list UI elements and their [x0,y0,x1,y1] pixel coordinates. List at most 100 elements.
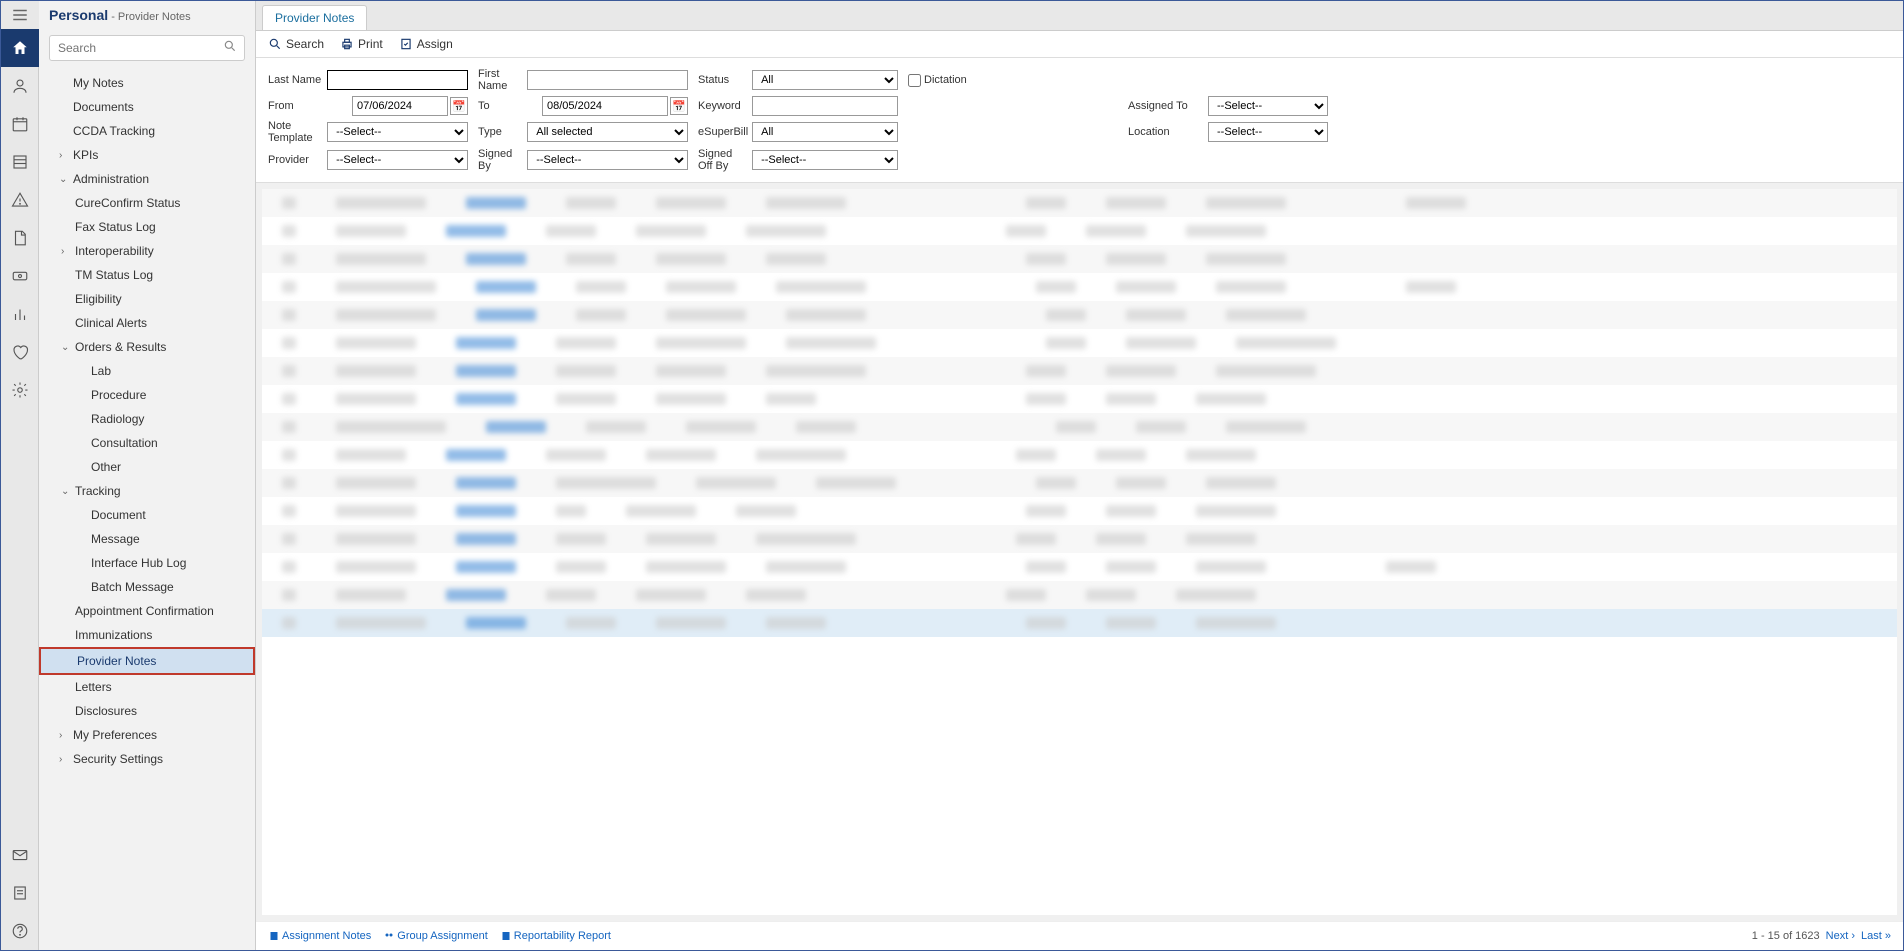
nav-security[interactable]: ›Security Settings [39,747,255,771]
nav-kpis[interactable]: ›KPIs [39,143,255,167]
table-row[interactable] [262,245,1897,273]
filter-panel: Last Name First Name StatusAll Dictation… [256,58,1903,183]
search-button[interactable]: Search [268,37,324,51]
nav-other[interactable]: Other [39,455,255,479]
table-row[interactable] [262,553,1897,581]
calendar-from-icon[interactable]: 📅 [450,97,468,115]
select-esuper[interactable]: All [752,122,898,142]
hamburger-icon[interactable] [1,1,39,29]
search-input[interactable] [49,35,245,61]
table-row[interactable] [262,273,1897,301]
nav-letters[interactable]: Letters [39,675,255,699]
table-row[interactable] [262,301,1897,329]
chart-icon[interactable] [1,295,39,333]
table-row[interactable] [262,469,1897,497]
table-row[interactable] [262,441,1897,469]
print-button[interactable]: Print [340,37,383,51]
nav-tm[interactable]: TM Status Log [39,263,255,287]
input-from[interactable] [352,96,448,116]
document-icon[interactable] [1,219,39,257]
select-provider[interactable]: --Select-- [327,150,468,170]
nav-cureconfirm[interactable]: CureConfirm Status [39,191,255,215]
nav-immun[interactable]: Immunizations [39,623,255,647]
table-row[interactable] [262,413,1897,441]
sidebar: Personal - Provider Notes My Notes Docum… [39,1,256,950]
nav-tracking[interactable]: ⌄Tracking [39,479,255,503]
nav-procedure[interactable]: Procedure [39,383,255,407]
help-icon[interactable] [1,912,39,950]
table-row[interactable] [262,385,1897,413]
nav-ccda[interactable]: CCDA Tracking [39,119,255,143]
nav-orders[interactable]: ⌄Orders & Results [39,335,255,359]
pager-range: 1 - 15 of 1623 [1752,930,1820,942]
link-group-assignment[interactable]: Group Assignment [383,930,488,942]
nav-elig[interactable]: Eligibility [39,287,255,311]
label-location: Location [1128,126,1198,138]
gear-icon[interactable] [1,371,39,409]
nav-message[interactable]: Message [39,527,255,551]
nav-radiology[interactable]: Radiology [39,407,255,431]
link-reportability[interactable]: Reportability Report [500,930,611,942]
select-signed-by[interactable]: --Select-- [527,150,688,170]
nav-batch[interactable]: Batch Message [39,575,255,599]
nav-provider-notes[interactable]: Provider Notes [39,647,255,675]
nav-my-notes[interactable]: My Notes [39,71,255,95]
select-type[interactable]: All selected [527,122,688,142]
mail-icon[interactable] [1,836,39,874]
calendar-icon[interactable] [1,105,39,143]
nav-admin[interactable]: ⌄Administration [39,167,255,191]
person-icon[interactable] [1,67,39,105]
nav-prefs[interactable]: ›My Preferences [39,723,255,747]
label-template: Note Template [268,120,323,144]
table-row[interactable] [262,329,1897,357]
nav-ihub[interactable]: Interface Hub Log [39,551,255,575]
nav-disclosures[interactable]: Disclosures [39,699,255,723]
label-assigned-to: Assigned To [1128,100,1198,112]
main-panel: Provider Notes Search Print Assign Last … [256,1,1903,950]
heart-icon[interactable] [1,333,39,371]
table-row[interactable] [262,357,1897,385]
checkbox-dictation[interactable] [908,74,921,87]
nav-clinical[interactable]: Clinical Alerts [39,311,255,335]
home-icon[interactable] [1,29,39,67]
select-assigned-to[interactable]: --Select-- [1208,96,1328,116]
note-icon[interactable] [1,874,39,912]
table-row[interactable] [262,609,1897,637]
pager-next[interactable]: Next › [1826,930,1855,942]
table-row[interactable] [262,217,1897,245]
nav-consult[interactable]: Consultation [39,431,255,455]
select-signed-off[interactable]: --Select-- [752,150,898,170]
table-row[interactable] [262,497,1897,525]
tab-provider-notes[interactable]: Provider Notes [262,5,367,30]
nav-documents[interactable]: Documents [39,95,255,119]
table-row[interactable] [262,525,1897,553]
nav-rail [1,1,39,950]
label-provider: Provider [268,154,323,166]
select-status[interactable]: All [752,70,898,90]
label-keyword: Keyword [698,100,748,112]
input-keyword[interactable] [752,96,898,116]
nav-lab[interactable]: Lab [39,359,255,383]
table-row[interactable] [262,581,1897,609]
link-assignment-notes[interactable]: Assignment Notes [268,930,371,942]
input-to[interactable] [542,96,668,116]
select-template[interactable]: --Select-- [327,122,468,142]
footer: Assignment Notes Group Assignment Report… [256,921,1903,950]
list-icon[interactable] [1,143,39,181]
nav-interop[interactable]: ›Interoperability [39,239,255,263]
table-row[interactable] [262,189,1897,217]
warning-icon[interactable] [1,181,39,219]
label-dictation: Dictation [924,74,967,86]
nav-appt[interactable]: Appointment Confirmation [39,599,255,623]
money-icon[interactable] [1,257,39,295]
select-location[interactable]: --Select-- [1208,122,1328,142]
results-table [262,189,1897,915]
nav-document[interactable]: Document [39,503,255,527]
search-icon[interactable] [223,39,237,56]
input-last-name[interactable] [327,70,468,90]
calendar-to-icon[interactable]: 📅 [670,97,688,115]
assign-button[interactable]: Assign [399,37,453,51]
nav-fax[interactable]: Fax Status Log [39,215,255,239]
input-first-name[interactable] [527,70,688,90]
pager-last[interactable]: Last » [1861,930,1891,942]
